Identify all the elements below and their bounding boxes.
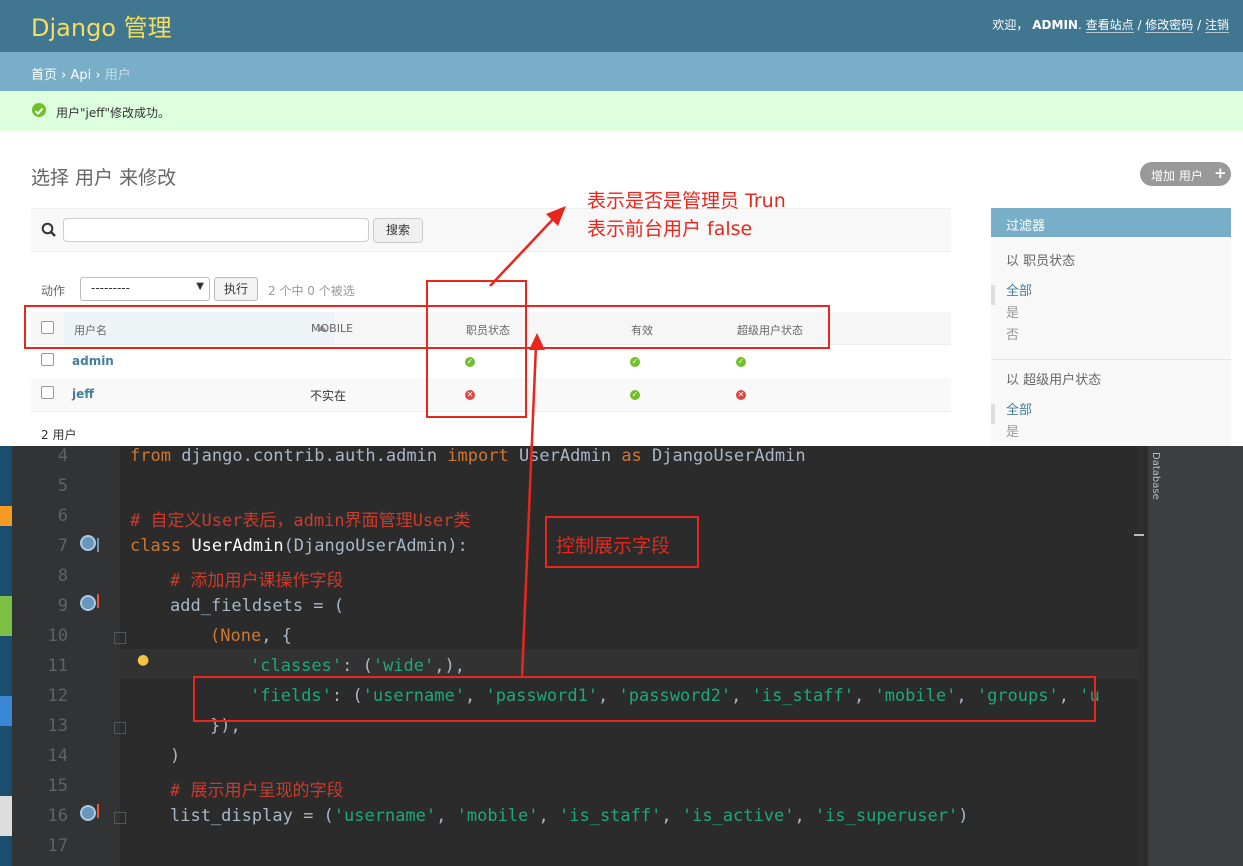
arrow-to-note (489, 215, 557, 287)
arrow-to-header (520, 344, 538, 679)
arrowhead-header (529, 333, 545, 350)
annotation-arrows (489, 206, 566, 679)
